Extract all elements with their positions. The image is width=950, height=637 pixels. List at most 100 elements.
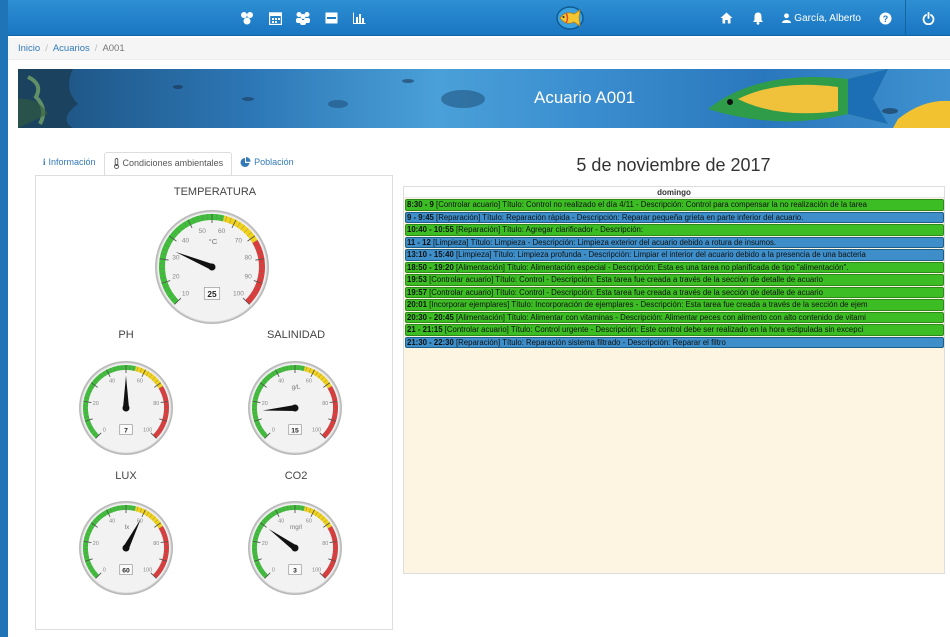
event-text: [Controlar acuario] Título: Control urge…	[442, 325, 864, 334]
schedule-event[interactable]: 18:50 - 19:20 [Alimentación] Título: Ali…	[405, 261, 944, 273]
gauge-tick-label: 80	[153, 541, 159, 547]
event-text: [Alimentación] Título: Alimentación espe…	[453, 262, 849, 272]
info-icon: i	[43, 157, 46, 167]
gauge-hub	[291, 404, 299, 412]
inbox-icon[interactable]	[320, 7, 342, 29]
event-time: 10:40 - 10:55	[407, 225, 454, 234]
gauge-tick-label: 70	[235, 238, 243, 245]
breadcrumb-separator: /	[45, 43, 48, 54]
event-time: 9 - 9:45	[407, 212, 434, 222]
gauge-tick-label: 20	[93, 541, 99, 547]
gauge-tick-label: 100	[233, 290, 244, 297]
gauge-hub	[208, 263, 216, 271]
breadcrumb-acuarios[interactable]: Acuarios	[53, 43, 90, 54]
event-time: 8:30 - 9	[407, 200, 434, 209]
event-text: [Controlar acuario] Título: Control - De…	[426, 275, 823, 284]
gauge-value: 15	[291, 427, 299, 434]
tab-label: Condiciones ambientales	[122, 158, 224, 168]
gauge-tick-label: 80	[153, 401, 159, 407]
event-text: [Reparación] Título: Reparación rápida -…	[433, 212, 804, 222]
tab-condiciones-ambientales[interactable]: Condiciones ambientales	[103, 152, 233, 177]
event-text: [Incorporar ejemplares] Título: Incorpor…	[426, 300, 868, 309]
app-logo[interactable]	[554, 4, 586, 32]
left-border	[0, 0, 8, 637]
event-text: [Limpieza] Título: Limpieza - Descripció…	[430, 237, 777, 247]
banner-image	[18, 69, 950, 128]
event-text: [Reparación] Título: Reparación sistema …	[453, 337, 726, 347]
schedule-event[interactable]: 8:30 - 9 [Controlar acuario] Título: Con…	[405, 199, 944, 211]
breadcrumb: Inicio / Acuarios / A001	[8, 38, 950, 60]
co2-gauge: 0 20 40 60 80 100 mg/l 3	[248, 501, 342, 595]
group-icon[interactable]	[292, 7, 314, 29]
tab-label: Información	[48, 157, 96, 167]
schedule-event[interactable]: 11 - 12 [Limpieza] Título: Limpieza - De…	[405, 236, 944, 248]
gauge-value: 7	[124, 427, 128, 434]
gauge-tick-label: 40	[109, 519, 115, 525]
breadcrumb-current: A001	[102, 43, 125, 54]
gauge-tick-label: 40	[109, 379, 115, 385]
salinidad-gauge: 0 20 40 60 80 100 g/L 15	[248, 361, 342, 455]
event-text: [Controlar acuario] Título: Control - De…	[426, 287, 823, 297]
calendar-icon[interactable]	[264, 7, 286, 29]
event-time: 20:01	[407, 300, 427, 309]
top-navbar: García, Alberto ?	[8, 0, 950, 36]
schedule-event[interactable]: 9 - 9:45 [Reparación] Título: Reparación…	[405, 211, 944, 223]
event-time: 11 - 12	[407, 237, 431, 247]
schedule-event[interactable]: 10:40 - 10:55 [Reparación] Título: Agreg…	[405, 224, 944, 236]
banner-title: Acuario A001	[534, 88, 636, 107]
gauge-tick-label: 60	[137, 379, 143, 385]
gauges-svg: 1020304050 60708090100°C25 02040 60801007 …	[79, 210, 342, 595]
gauge-tick-label: 0	[272, 428, 275, 434]
gauge-tick-label: 40	[278, 379, 284, 385]
lux-gauge: 02040 6080100lx60	[79, 501, 173, 595]
user-icon	[782, 13, 792, 23]
event-time: 21:30 - 22:30	[407, 337, 454, 347]
help-icon[interactable]: ?	[874, 7, 896, 29]
bell-icon[interactable]	[747, 7, 769, 29]
gauge-tick-label: 60	[218, 228, 226, 235]
page: García, Alberto ? Inicio / Acuarios / A001	[8, 0, 950, 637]
tab-poblacion[interactable]: Población	[232, 152, 302, 176]
gauge-tick-label: 20	[93, 401, 99, 407]
gauge-unit: g/L	[292, 384, 301, 391]
gauge-hub	[122, 404, 130, 412]
schedule-date: 5 de noviembre de 2017	[576, 155, 771, 175]
thermometer-icon	[113, 158, 119, 169]
tabs: i Información Condiciones ambientales Po…	[35, 152, 302, 177]
gauge-tick-label: 40	[182, 238, 190, 245]
schedule-event[interactable]: 20:01 [Incorporar ejemplares] Título: In…	[405, 299, 944, 311]
home-icon[interactable]	[715, 7, 737, 29]
tab-informacion[interactable]: i Información	[35, 152, 104, 176]
schedule-event[interactable]: 21 - 21:15 [Controlar acuario] Título: C…	[405, 324, 944, 336]
gauge-tick-label: 50	[199, 228, 207, 235]
gauge-tick-label: 80	[244, 254, 252, 261]
schedule-event[interactable]: 19:57 [Controlar acuario] Título: Contro…	[405, 286, 944, 298]
gauge-unit: °C	[209, 237, 218, 246]
ph-gauge: 0 20 40 60 80 100 7	[79, 361, 173, 455]
schedule-event[interactable]: 19:53 [Controlar acuario] Título: Contro…	[405, 274, 944, 286]
breadcrumb-home[interactable]: Inicio	[18, 43, 40, 54]
pie-chart-icon	[240, 157, 251, 167]
temperatura-gauge: 10 20 30 40 50 60 70 80 90 100 °C 25	[155, 210, 269, 324]
schedule-events: 8:30 - 9 [Controlar acuario] Título: Con…	[404, 199, 944, 348]
users-cog-icon[interactable]	[236, 7, 258, 29]
user-menu[interactable]: García, Alberto	[782, 13, 861, 24]
power-icon[interactable]	[911, 7, 945, 29]
gauge-tick-label: 100	[312, 568, 321, 574]
schedule-event[interactable]: 20:30 - 20:45 [Alimentación] Título: Ali…	[405, 311, 944, 323]
bar-chart-icon[interactable]	[348, 7, 370, 29]
breadcrumb-separator: /	[94, 43, 98, 54]
gauge-tick-label: 40	[278, 519, 284, 525]
event-text: [Limpieza] Título: Limpieza profunda - D…	[453, 250, 866, 259]
gauge-value: 60	[122, 567, 130, 574]
schedule-event[interactable]: 21:30 - 22:30 [Reparación] Título: Repar…	[405, 336, 944, 348]
event-text: [Controlar acuario] Título: Control no r…	[433, 200, 867, 209]
day-schedule: domingo 8:30 - 9 [Controlar acuario] Tít…	[403, 186, 945, 574]
event-time: 19:53	[407, 275, 427, 284]
gauge-tick-label: 80	[322, 541, 328, 547]
aquarium-banner: Acuario A001	[18, 69, 950, 128]
schedule-event[interactable]: 13:10 - 15:40 [Limpieza] Título: Limpiez…	[405, 249, 944, 261]
event-time: 18:50 - 19:20	[407, 262, 454, 272]
nav-right: García, Alberto ?	[710, 0, 950, 36]
gauge-unit: mg/l	[290, 524, 302, 531]
